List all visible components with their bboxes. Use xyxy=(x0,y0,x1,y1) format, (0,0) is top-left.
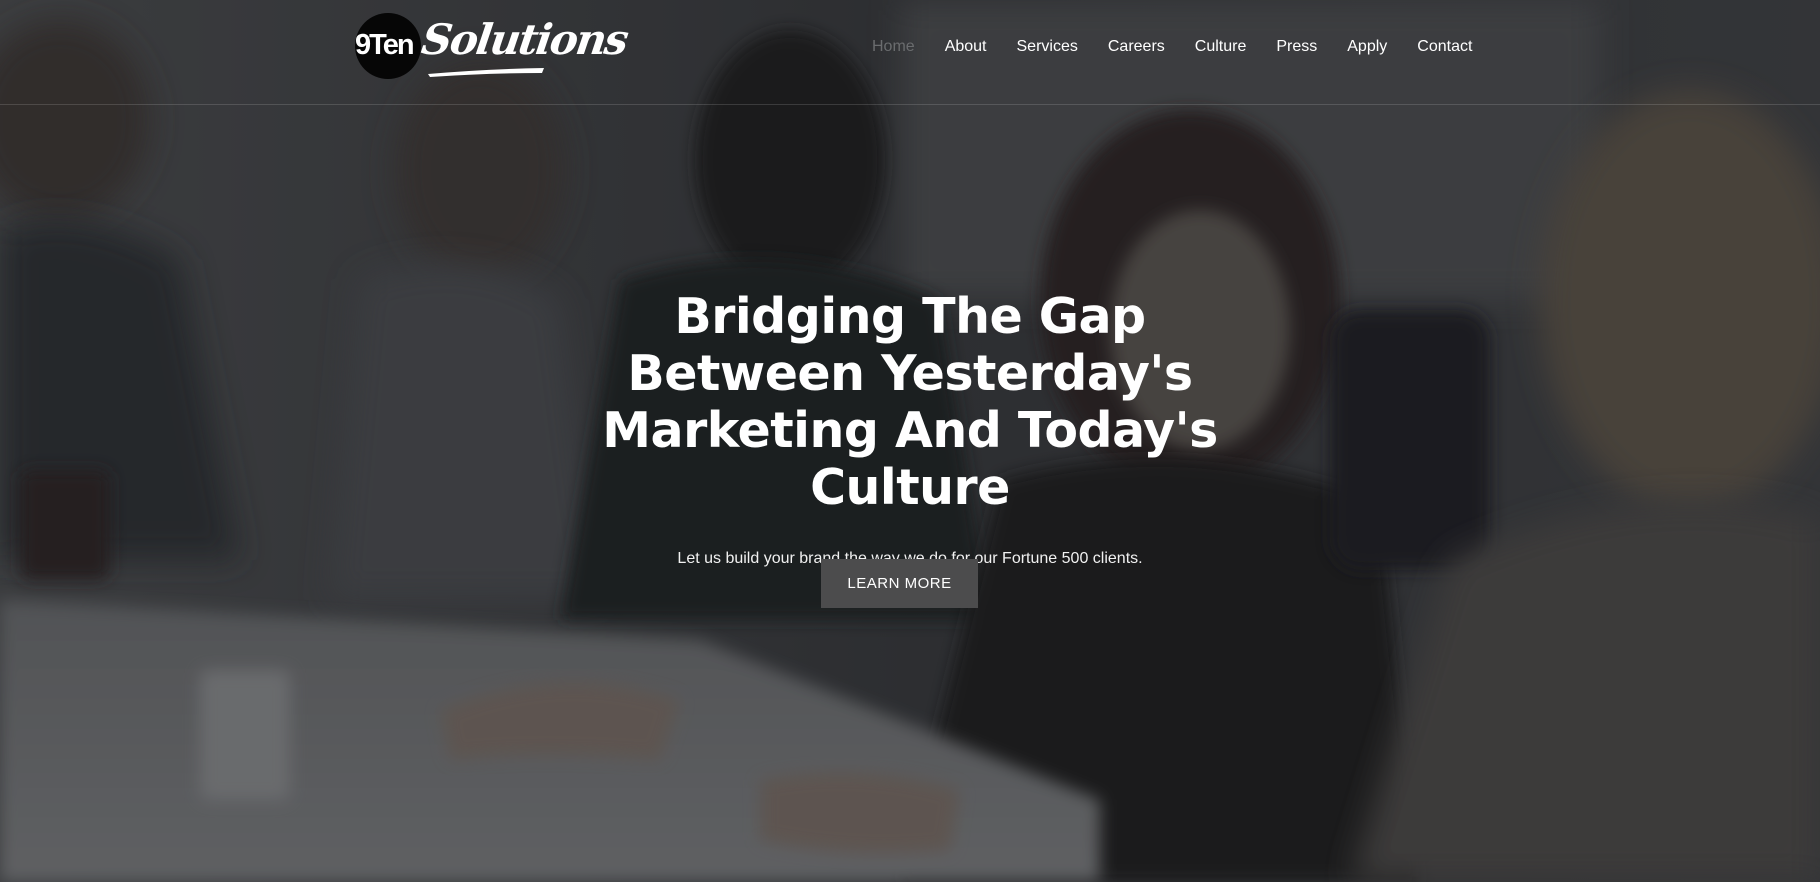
nav-item-about[interactable]: About xyxy=(945,36,987,60)
nav-item-services[interactable]: Services xyxy=(1017,36,1078,60)
logo-mark-text: 9Ten xyxy=(355,29,415,61)
hero-content: Bridging The Gap Between Yesterday's Mar… xyxy=(0,288,1820,570)
site-header: 9Ten Solutions Home About Services Caree… xyxy=(0,0,1820,105)
hero-section: 9Ten Solutions Home About Services Caree… xyxy=(0,0,1820,882)
learn-more-button[interactable]: LEARN MORE xyxy=(821,559,978,608)
nav-item-contact[interactable]: Contact xyxy=(1417,36,1472,60)
logo-wordmark-text: Solutions xyxy=(418,15,630,64)
nav-item-careers[interactable]: Careers xyxy=(1108,36,1165,60)
main-navigation: Home About Services Careers Culture Pres… xyxy=(872,36,1472,60)
logo-underline-swoosh-icon xyxy=(428,68,544,77)
nav-item-home[interactable]: Home xyxy=(872,36,915,60)
hero-headline: Bridging The Gap Between Yesterday's Mar… xyxy=(602,288,1218,516)
nav-item-press[interactable]: Press xyxy=(1276,36,1317,60)
nav-item-apply[interactable]: Apply xyxy=(1347,36,1387,60)
nav-item-culture[interactable]: Culture xyxy=(1195,36,1247,60)
site-logo[interactable]: 9Ten Solutions xyxy=(354,10,630,84)
